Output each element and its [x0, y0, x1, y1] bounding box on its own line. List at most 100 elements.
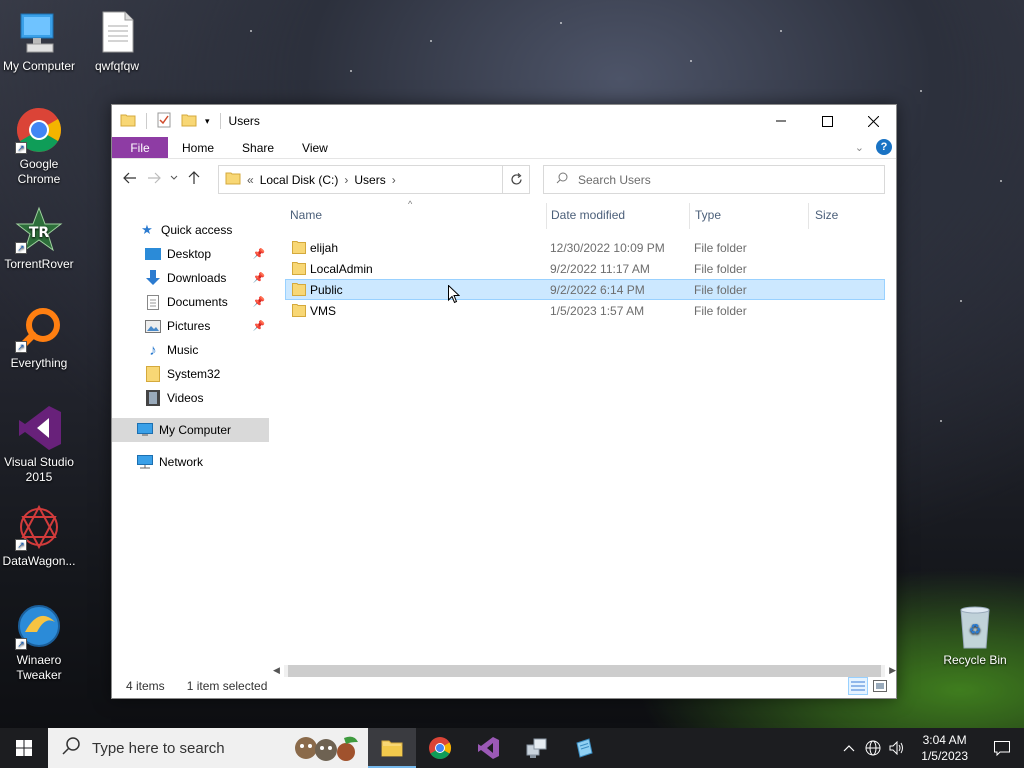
forward-button[interactable] [142, 166, 166, 190]
volume-icon[interactable] [885, 741, 909, 755]
column-divider[interactable] [546, 203, 547, 229]
column-header-name[interactable]: Name [290, 208, 322, 226]
search-input[interactable]: Search Users [578, 173, 651, 187]
column-header-type[interactable]: Type [695, 208, 721, 226]
file-row-elijah[interactable]: elijah 12/30/2022 10:09 PM File folder [285, 237, 885, 258]
details-view-button[interactable] [848, 677, 868, 695]
desktop-icon-datawagon[interactable]: ↗ DataWagon... [0, 503, 79, 569]
breadcrumb-overflow[interactable]: « [247, 173, 254, 187]
nav-quick-access[interactable]: ★ Quick access [112, 219, 269, 241]
pin-icon[interactable]: 📌 [253, 321, 265, 332]
customize-toolbar-icon[interactable]: ▾ [205, 116, 210, 127]
column-divider[interactable] [689, 203, 690, 229]
nav-network[interactable]: Network [112, 451, 269, 473]
tab-file[interactable]: File [112, 137, 168, 158]
maximize-button[interactable] [804, 105, 850, 137]
nav-system32[interactable]: System32 [112, 363, 269, 385]
nav-downloads[interactable]: Downloads 📌 [112, 267, 269, 289]
large-icons-view-button[interactable] [870, 677, 890, 695]
properties-icon[interactable] [157, 112, 171, 131]
clock[interactable]: 3:04 AM 1/5/2023 [909, 732, 980, 764]
network-share-icon [526, 738, 547, 758]
column-header-date-modified[interactable]: Date modified [551, 208, 625, 226]
taskbar-notepad[interactable] [560, 728, 608, 768]
tab-share[interactable]: Share [228, 137, 288, 158]
taskbar-search-input[interactable]: Type here to search [92, 740, 225, 757]
clock-date: 1/5/2023 [921, 749, 968, 763]
search-highlight-icon [292, 730, 362, 768]
start-button[interactable] [0, 728, 48, 768]
taskbar-file-explorer[interactable] [368, 728, 416, 768]
file-row-localadmin[interactable]: LocalAdmin 9/2/2022 11:17 AM File folder [285, 258, 885, 279]
minimize-button[interactable] [758, 105, 804, 137]
chrome-icon: ↗ [15, 106, 63, 154]
desktop-icon-my-computer[interactable]: My Computer [0, 8, 79, 74]
file-explorer-window[interactable]: ▾ Users File Home Share View ⌄ ? « Local… [111, 104, 897, 699]
everything-icon: ↗ [15, 305, 63, 353]
new-folder-icon[interactable] [181, 113, 197, 130]
desktop-icon-google-chrome[interactable]: ↗ Google Chrome [0, 106, 79, 187]
close-button[interactable] [850, 105, 896, 137]
refresh-button[interactable] [502, 165, 530, 194]
address-bar[interactable]: « Local Disk (C:) › Users › [218, 165, 528, 194]
nav-my-computer[interactable]: My Computer [112, 418, 269, 442]
file-list[interactable]: ^ Name Date modified Type Size elijah 12… [273, 199, 896, 669]
datawagon-icon: ↗ [15, 503, 63, 551]
desktop-icon-torrentrover[interactable]: TR ↗ TorrentRover [0, 206, 79, 272]
desktop-icon-winaero[interactable]: ↗ Winaero Tweaker [0, 602, 79, 683]
title-bar[interactable]: ▾ Users [112, 105, 896, 137]
desktop-icon-label: Visual Studio 2015 [4, 455, 74, 484]
help-icon[interactable]: ? [876, 139, 892, 155]
file-name: elijah [310, 240, 339, 255]
desktop-icon-qwfqfqw[interactable]: qwfqfqw [77, 8, 157, 74]
folder-icon [292, 261, 306, 278]
taskbar: Type here to search 3:04 AM 1/5/2023 [0, 728, 1024, 768]
file-name: Public [310, 282, 343, 297]
star-icon: ★ [141, 222, 153, 237]
nav-desktop[interactable]: Desktop 📌 [112, 243, 269, 265]
file-type: File folder [694, 261, 747, 276]
taskbar-chrome[interactable] [416, 728, 464, 768]
breadcrumb-users[interactable]: Users [354, 173, 385, 187]
pin-icon[interactable]: 📌 [253, 273, 265, 284]
videos-icon [145, 390, 161, 406]
expand-ribbon-icon[interactable]: ⌄ [855, 141, 864, 154]
nav-pictures[interactable]: Pictures 📌 [112, 315, 269, 337]
recent-locations-button[interactable] [166, 166, 182, 190]
pin-icon[interactable]: 📌 [253, 249, 265, 260]
taskbar-visual-studio[interactable] [464, 728, 512, 768]
recycle-bin-icon: ♻ [951, 602, 999, 650]
desktop-icon-recycle-bin[interactable]: ♻ Recycle Bin [935, 602, 1015, 668]
column-divider[interactable] [808, 203, 809, 229]
file-type: File folder [694, 240, 747, 255]
column-header-size[interactable]: Size [815, 208, 838, 226]
tab-view[interactable]: View [288, 137, 342, 158]
action-center-button[interactable] [980, 740, 1024, 756]
breadcrumb-chevron-icon[interactable]: › [344, 173, 348, 187]
file-row-vms[interactable]: VMS 1/5/2023 1:57 AM File folder [285, 300, 885, 321]
nav-documents[interactable]: Documents 📌 [112, 291, 269, 313]
desktop-icon-visual-studio[interactable]: Visual Studio 2015 [0, 404, 79, 485]
up-button[interactable] [182, 166, 206, 190]
breadcrumb-chevron-icon[interactable]: › [392, 173, 396, 187]
download-icon [145, 270, 161, 286]
nav-videos[interactable]: Videos [112, 387, 269, 409]
file-row-public[interactable]: Public 9/2/2022 6:14 PM File folder [285, 279, 885, 300]
taskbar-network-share[interactable] [512, 728, 560, 768]
search-box[interactable]: Search Users [543, 165, 885, 194]
desktop-icon-everything[interactable]: ↗ Everything [0, 305, 79, 371]
quick-access-toolbar: ▾ [120, 112, 227, 131]
tab-home[interactable]: Home [168, 137, 228, 158]
nav-label: Videos [167, 391, 204, 405]
network-globe-icon[interactable] [861, 740, 885, 756]
breadcrumb-local-disk[interactable]: Local Disk (C:) [260, 173, 339, 187]
pin-icon[interactable]: 📌 [253, 297, 265, 308]
visual-studio-icon [15, 404, 63, 452]
taskbar-search-box[interactable]: Type here to search [48, 728, 368, 768]
visual-studio-icon [478, 737, 499, 759]
back-button[interactable] [118, 166, 142, 190]
desktop-icon-label: Winaero Tweaker [16, 653, 62, 682]
show-hidden-icons-icon[interactable] [837, 744, 861, 752]
nav-music[interactable]: ♪ Music [112, 339, 269, 361]
separator [219, 113, 221, 129]
